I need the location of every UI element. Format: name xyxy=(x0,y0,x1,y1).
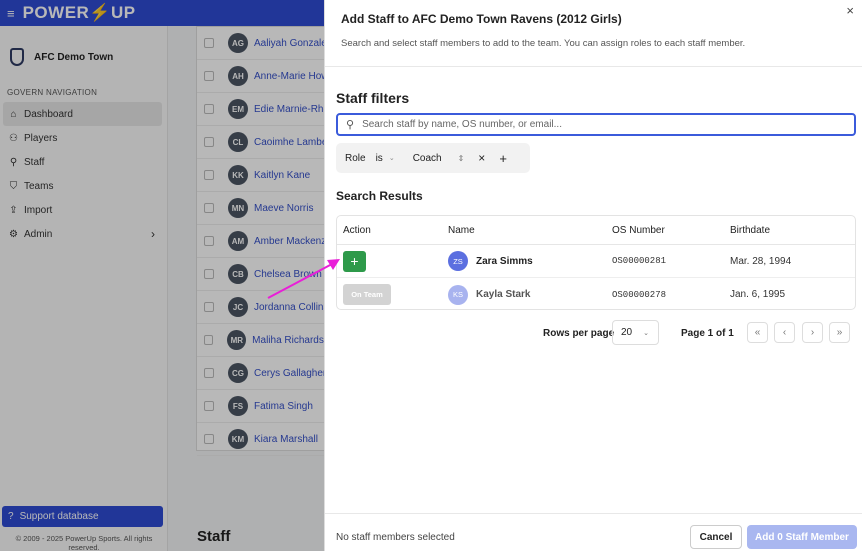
birthdate: Mar. 28, 1994 xyxy=(730,255,792,267)
add-staff-submit-button[interactable]: Add 0 Staff Member xyxy=(747,525,857,549)
avatar: KS xyxy=(448,284,468,305)
rows-per-page-select[interactable]: 20 ⌄ xyxy=(612,320,659,345)
rows-per-page-label: Rows per page xyxy=(543,328,615,339)
cancel-button[interactable]: Cancel xyxy=(690,525,742,549)
selection-status: No staff members selected xyxy=(336,532,455,543)
panel-title: Add Staff to AFC Demo Town Ravens (2012 … xyxy=(341,12,622,26)
search-icon: ⚲ xyxy=(346,119,355,131)
staff-name: Kayla Stark xyxy=(476,289,531,300)
divider xyxy=(325,66,862,67)
table-row: On Team KS Kayla Stark OS00000278 Jan. 6,… xyxy=(337,278,855,309)
first-page-button[interactable]: « xyxy=(747,322,768,343)
add-staff-button[interactable]: + xyxy=(343,250,366,272)
table-row: + ZS Zara Simms OS00000281 Mar. 28, 1994 xyxy=(337,245,855,278)
select-arrows-icon[interactable]: ⇕ xyxy=(458,154,465,163)
panel-subtitle: Search and select staff members to add t… xyxy=(341,38,746,49)
add-staff-panel: Add Staff to AFC Demo Town Ravens (2012 … xyxy=(324,0,862,551)
table-header: Action Name OS Number Birthdate xyxy=(337,216,855,245)
column-header[interactable]: Name xyxy=(448,225,612,236)
os-number: OS00000281 xyxy=(612,256,667,266)
column-header: Action xyxy=(343,224,371,236)
filter-chip: Role is ⌄ Coach ⇕ × + xyxy=(336,143,530,173)
next-page-button[interactable]: › xyxy=(802,322,823,343)
filter-value[interactable]: Coach xyxy=(413,153,442,164)
filter-field[interactable]: Role xyxy=(345,153,366,164)
avatar: ZS xyxy=(448,251,468,271)
page-indicator: Page 1 of 1 xyxy=(681,328,734,339)
staff-name: Zara Simms xyxy=(476,255,533,267)
pagination: Rows per page 20 ⌄ Page 1 of 1 « ‹ › » xyxy=(325,320,862,345)
birthdate: Jan. 6, 1995 xyxy=(730,289,786,300)
remove-filter-button[interactable]: × xyxy=(478,151,485,165)
os-number: OS00000278 xyxy=(612,289,667,300)
staff-search-field[interactable]: ⚲ xyxy=(336,113,856,136)
filters-heading: Staff filters xyxy=(336,90,410,106)
filter-operator[interactable]: is xyxy=(376,153,383,164)
divider xyxy=(325,513,862,514)
results-heading: Search Results xyxy=(336,189,423,203)
close-icon[interactable]: × xyxy=(846,3,854,18)
column-header[interactable]: OS Number xyxy=(612,225,730,236)
prev-page-button[interactable]: ‹ xyxy=(774,322,795,343)
chevron-down-icon: ⌄ xyxy=(643,329,649,337)
search-input[interactable] xyxy=(362,119,843,130)
chevron-down-icon[interactable]: ⌄ xyxy=(389,154,395,162)
last-page-button[interactable]: » xyxy=(829,322,850,343)
on-team-badge: On Team xyxy=(343,284,391,305)
results-table: Action Name OS Number Birthdate + ZS Zara… xyxy=(336,215,856,310)
add-filter-button[interactable]: + xyxy=(499,151,507,166)
column-header[interactable]: Birthdate xyxy=(730,225,850,236)
